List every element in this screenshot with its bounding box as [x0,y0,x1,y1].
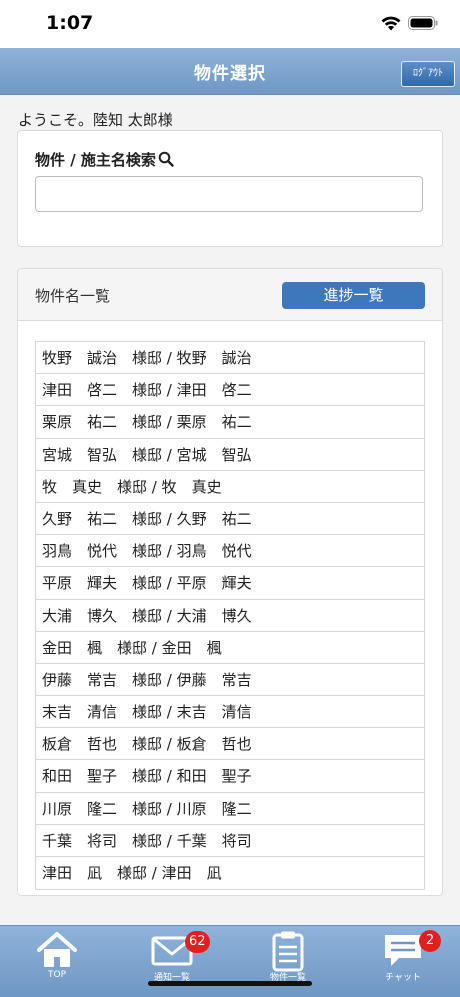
property-list-item[interactable]: 津田 啓二 様邸 / 津田 啓二 [36,374,424,407]
chat-badge: 2 [419,930,441,952]
property-list-item[interactable]: 津田 凪 様邸 / 津田 凪 [36,857,424,889]
property-list-title: 物件名一覧 [35,287,111,305]
property-list-item[interactable]: 末吉 清信 様邸 / 末吉 清信 [36,696,424,729]
property-list-item[interactable]: 宮城 智弘 様邸 / 宮城 智弘 [36,439,424,471]
property-list-panel: 物件名一覧 進捗一覧 牧野 誠治 様邸 / 牧野 誠治 津田 啓二 様邸 / 津田… [17,268,443,896]
tab-chat[interactable]: 2 チャット [358,926,448,986]
tab-chat-label: チャット [385,973,421,983]
property-list-item[interactable]: 板倉 哲也 様邸 / 板倉 哲也 [36,728,424,761]
tab-properties[interactable]: 物件一覧 [243,926,333,986]
property-list-item[interactable]: 和田 聖子 様邸 / 和田 聖子 [36,760,424,793]
notification-badge: 62 [185,931,210,953]
property-list-item[interactable]: 伊藤 常吉 様邸 / 伊藤 常吉 [36,664,424,697]
search-label: 物件 / 施主名検索 [35,149,174,170]
page-title: 物件選択 [194,64,266,84]
tab-notifications[interactable]: 62 通知一覧 [127,926,217,986]
tab-top[interactable]: TOP [12,926,102,986]
search-input[interactable] [35,176,423,212]
property-list-item[interactable]: 栗原 祐二 様邸 / 栗原 祐二 [36,406,424,439]
progress-list-button[interactable]: 進捗一覧 [282,282,425,309]
home-icon [37,932,77,967]
property-list-item[interactable]: 川原 隆二 様邸 / 川原 隆二 [36,793,424,825]
search-panel: 物件 / 施主名検索 [17,130,443,247]
battery-icon [408,16,438,30]
property-list-item[interactable]: 平原 輝夫 様邸 / 平原 輝夫 [36,567,424,600]
property-list-item[interactable]: 久野 祐二 様邸 / 久野 祐二 [36,503,424,536]
chat-icon [385,935,421,966]
clipboard-icon [272,931,304,972]
status-bar: 1:07 [0,0,460,48]
property-list-item[interactable]: 金田 楓 様邸 / 金田 楓 [36,632,424,664]
property-list-header: 物件名一覧 進捗一覧 [18,269,442,321]
logout-button[interactable]: ﾛｸﾞｱｳﾄ [401,61,455,87]
home-indicator [148,981,312,986]
property-list-item[interactable]: 牧野 誠治 様邸 / 牧野 誠治 [36,342,424,375]
status-time: 1:07 [46,12,94,34]
search-label-text: 物件 / 施主名検索 [35,151,156,169]
wifi-icon [381,16,401,31]
property-list-item[interactable]: 千葉 将司 様邸 / 千葉 将司 [36,825,424,857]
tab-bar: TOP 62 通知一覧 物件一覧 2 チャット [0,925,460,997]
tab-top-label: TOP [47,970,66,980]
property-list-item[interactable]: 牧 真史 様邸 / 牧 真史 [36,471,424,503]
search-icon [158,151,174,167]
welcome-message: ようこそ。陸知 太郎様 [18,111,173,129]
app-header: 物件選択 ﾛｸﾞｱｳﾄ [0,48,460,95]
property-list-item[interactable]: 羽鳥 悦代 様邸 / 羽鳥 悦代 [36,535,424,568]
property-list: 牧野 誠治 様邸 / 牧野 誠治 津田 啓二 様邸 / 津田 啓二 栗原 祐二 様邸… [35,341,425,891]
property-list-item[interactable]: 大浦 博久 様邸 / 大浦 博久 [36,600,424,632]
